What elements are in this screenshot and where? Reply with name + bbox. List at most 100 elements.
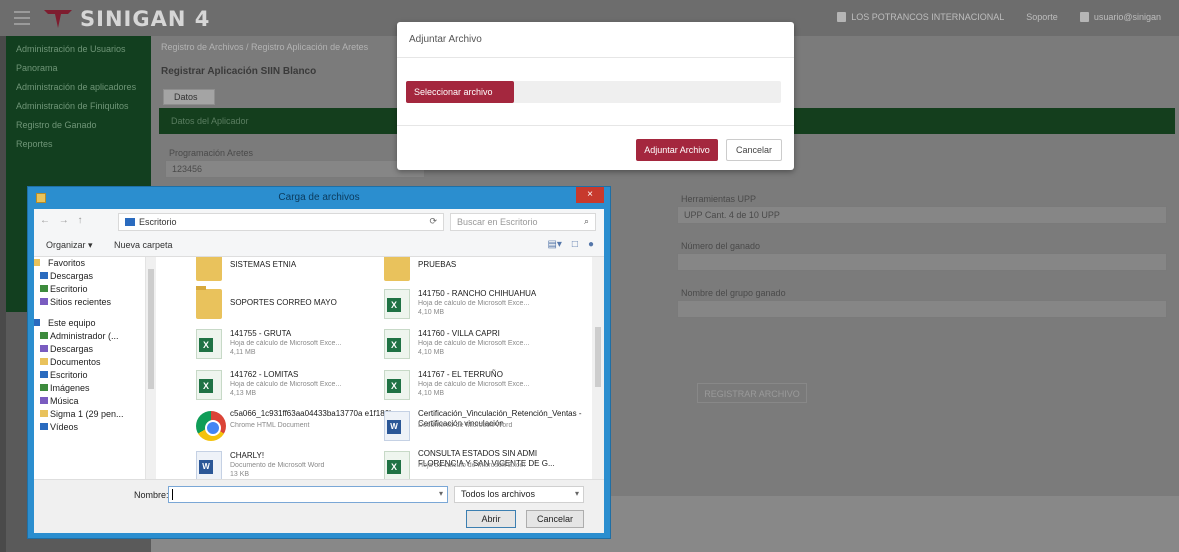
folder-icon (40, 410, 48, 417)
folder-icon (384, 257, 410, 281)
support-link[interactable]: Soporte (1026, 12, 1058, 22)
dialog-cancel-button[interactable]: Cancelar (526, 510, 584, 528)
chevron-down-icon: ▾ (574, 489, 579, 498)
file-item[interactable]: Certificación_Vinculación_Retención_Vent… (384, 409, 584, 449)
organize-menu[interactable]: Organizar ▾ (46, 240, 93, 251)
file-type: Documento de Microsoft Word (230, 462, 325, 469)
attach-file-button[interactable]: Adjuntar Archivo (636, 139, 718, 161)
file-type: Hoja de cálculo de Microsoft Exce... (230, 381, 342, 388)
dialog-titlebar[interactable]: Carga de archivos × (28, 187, 610, 209)
folder-icon (40, 423, 48, 430)
file-list: SISTEMAS ETNIA SOPORTES CORREO MAYO 141755… (156, 257, 592, 479)
file-type: Hoja de cálculo de Microsoft Exce... (418, 381, 530, 388)
file-item[interactable]: SOPORTES CORREO MAYO (196, 286, 396, 327)
nav-pane-item[interactable]: Descargas (34, 270, 145, 283)
file-item[interactable]: CONSULTA ESTADOS SIN ADMI FLORENCIA Y SA… (384, 449, 584, 479)
file-item[interactable]: SISTEMAS ETNIA (196, 257, 396, 289)
register-file-button[interactable]: REGISTRAR ARCHIVO (697, 383, 807, 403)
programacion-field[interactable]: 123456 (165, 160, 425, 178)
file-size: 4,10 MB (418, 390, 445, 397)
nav-pane-item[interactable]: Sitios recientes (34, 296, 145, 309)
folder-icon (40, 371, 48, 378)
org-item[interactable]: LOS POTRANCOS INTERNACIONAL (837, 12, 1004, 22)
folder-icon (40, 285, 48, 292)
folder-icon (125, 218, 135, 226)
sidebar-item[interactable]: Panorama (6, 59, 151, 78)
file-item[interactable]: 141760 - VILLA CAPRI Hoja de cálculo de M… (384, 327, 584, 367)
app-brand: SINIGAN 4 (80, 7, 211, 31)
search-input[interactable]: Buscar en Escritorio ⌕ (450, 213, 596, 231)
folder-icon (196, 257, 222, 281)
select-file-button[interactable]: Seleccionar archivo (406, 81, 514, 103)
file-type: Documento de Microsoft Word (418, 422, 513, 429)
dialog-client: ← → ↑ Escritorio ⟳ Buscar en Escritorio … (34, 209, 604, 533)
address-bar[interactable]: Escritorio ⟳ (118, 213, 444, 231)
nav-pane-item[interactable]: Escritorio (34, 283, 145, 296)
refresh-icon[interactable]: ⟳ (429, 216, 437, 227)
file-item[interactable]: c5a066_1c931ff63aa04433ba13770a e1f186b C… (196, 409, 396, 449)
nav-pane-item[interactable]: Descargas (34, 343, 145, 356)
file-type-select[interactable]: Todos los archivos ▾ (454, 486, 584, 503)
file-input[interactable]: Seleccionar archivo (406, 81, 781, 103)
folder-icon (40, 332, 48, 339)
excel-icon (196, 329, 222, 359)
sidebar-item[interactable]: Administración de Finiquitos (6, 97, 151, 116)
menu-icon[interactable] (14, 11, 30, 25)
scroll-thumb[interactable] (595, 327, 601, 387)
help-icon[interactable]: ● (588, 239, 594, 250)
nav-pane-header[interactable]: Este equipo (34, 317, 145, 330)
file-item[interactable]: CHARLY! Documento de Microsoft Word 13 KB (196, 449, 396, 479)
modal-footer: Adjuntar Archivo Cancelar (397, 126, 794, 169)
breadcrumb[interactable]: Registro de Archivos / Registro Aplicaci… (161, 42, 368, 52)
sidebar-item[interactable]: Reportes (6, 135, 151, 154)
nav-pane-item[interactable]: Música (34, 395, 145, 408)
file-item[interactable]: 141750 - RANCHO CHIHUAHUA Hoja de cálculo… (384, 287, 584, 327)
folder-icon (40, 397, 48, 404)
nav-pane-item[interactable]: Imágenes (34, 382, 145, 395)
scroll-thumb[interactable] (148, 269, 154, 389)
view-options-icon[interactable]: ▤▾ (547, 239, 561, 250)
excel-icon (384, 451, 410, 479)
tab-datos[interactable]: Datos (163, 89, 215, 105)
sidebar-item[interactable]: Registro de Ganado (6, 116, 151, 135)
file-item[interactable]: PRUEBAS (384, 257, 584, 289)
close-icon[interactable]: × (576, 187, 604, 203)
file-name: SISTEMAS ETNIA (230, 260, 297, 269)
attach-file-modal: Adjuntar Archivo Seleccionar archivo Adj… (397, 22, 794, 170)
logo-icon (44, 10, 72, 28)
sidebar-item[interactable]: Administración de aplicadores (6, 78, 151, 97)
file-type: Chrome HTML Document (230, 422, 310, 429)
modal-cancel-button[interactable]: Cancelar (726, 139, 782, 161)
grupo-field[interactable] (677, 300, 1167, 318)
nav-pane-item[interactable]: Escritorio (34, 369, 145, 382)
address-row: ← → ↑ Escritorio ⟳ Buscar en Escritorio … (34, 209, 604, 235)
nav-pane-item[interactable]: Documentos (34, 356, 145, 369)
nav-pane-item[interactable]: Administrador (... (34, 330, 145, 343)
nav-pane-header[interactable]: Favoritos (34, 257, 145, 270)
file-name: CHARLY! (230, 451, 265, 460)
nav-arrows-icon[interactable]: ← → ↑ (40, 215, 86, 226)
dialog-bottom: Nombre: ▾ Todos los archivos ▾ Abrir Can… (34, 479, 604, 533)
nav-gap (34, 309, 145, 317)
search-icon: ⌕ (583, 216, 589, 226)
file-size: 13 KB (230, 471, 250, 478)
file-upload-dialog: Carga de archivos × ← → ↑ Escritorio ⟳ B… (27, 186, 611, 539)
nav-pane-item[interactable]: Sigma 1 (29 pen... (34, 408, 145, 421)
ganado-field[interactable] (677, 253, 1167, 271)
nav-pane-item[interactable]: Vídeos (34, 421, 145, 434)
preview-pane-icon[interactable]: □ (572, 239, 578, 250)
file-item[interactable]: 141762 - LOMITAS Hoja de cálculo de Micro… (196, 368, 396, 408)
upp-field[interactable]: UPP Cant. 4 de 10 UPP (677, 206, 1167, 224)
file-item[interactable]: 141755 - GRUTA Hoja de cálculo de Microso… (196, 327, 396, 367)
file-item[interactable]: 141767 - EL TERRUÑO Hoja de cálculo de Mi… (384, 368, 584, 408)
new-folder-button[interactable]: Nueva carpeta (114, 240, 173, 250)
chevron-down-icon[interactable]: ▾ (439, 489, 443, 498)
file-name-input[interactable]: ▾ (168, 486, 448, 503)
sidebar-item[interactable]: Administración de Usuarios (6, 40, 151, 59)
user-item[interactable]: usuario@sinigan (1079, 12, 1161, 22)
file-scrollbar[interactable] (592, 257, 604, 479)
open-button[interactable]: Abrir (466, 510, 516, 528)
nav-scrollbar[interactable] (146, 257, 156, 479)
file-type: Hoja de cálculo de Microsoft Exce... (418, 300, 530, 307)
file-size: 4,10 MB (418, 349, 445, 356)
